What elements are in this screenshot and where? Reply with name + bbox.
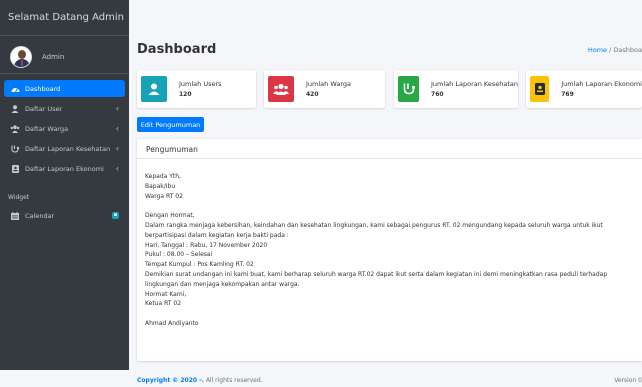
info-box-users: Jumlah Users 120 (137, 70, 256, 108)
id-card-icon (530, 76, 550, 102)
sidebar-item-daftar-warga[interactable]: Daftar Warga ‹ (4, 120, 125, 137)
chevron-left-icon: ‹ (115, 124, 119, 133)
info-box-label: Jumlah Laporan Ekonomi (561, 80, 642, 88)
announcement-line: Hormat Kami, (145, 290, 187, 298)
page-title: Dashboard (137, 42, 217, 57)
users-icon (268, 76, 294, 102)
sidebar-item-laporan-ekonomi[interactable]: Daftar Laporan Ekonomi ‹ (4, 160, 125, 177)
info-box-label: Jumlah Warga (306, 80, 352, 88)
announcement-line: Demikian surat undangan ini kami buat, k… (145, 270, 608, 278)
breadcrumb: Home / Dashboa (588, 46, 642, 54)
info-box-number: 760 (431, 91, 444, 98)
sidebar-item-label: Dashboard (25, 84, 61, 93)
edit-announcement-button[interactable]: Edit Pengumuman (137, 117, 204, 132)
content-header: Dashboard Home / Dashboa (137, 40, 642, 64)
sidebar-item-laporan-kesehatan[interactable]: Daftar Laporan Kesehatan ‹ (4, 140, 125, 157)
brand-title[interactable]: Selamat Datang Admin (0, 0, 129, 36)
users-icon (10, 124, 20, 133)
sidebar-item-dashboard[interactable]: Dashboard (4, 80, 125, 97)
announcement-line: Warga RT 02 (145, 192, 183, 200)
info-box-label: Jumlah Users (179, 80, 222, 88)
announcement-body: Kepada Yth, Bapak/Ibu Warga RT 02 Dengan… (137, 159, 642, 342)
announcement-line: Tempat Kumpul : Pos Kamling RT. 02 (145, 261, 254, 269)
sidebar-nav: Dashboard Daftar User ‹ Daftar Warga ‹ D… (0, 74, 129, 177)
announcement-line: Kepada Yth, (145, 173, 181, 180)
sidebar-item-label: Daftar Laporan Kesehatan (25, 144, 111, 153)
widget-header: Widget (8, 194, 30, 201)
chevron-left-icon: ‹ (115, 104, 119, 113)
footer: Copyright © 2020 -. All rights reserved.… (137, 377, 642, 384)
info-box-ekonomi: Jumlah Laporan Ekonomi 769 (526, 70, 642, 108)
announcement-line: Dengan Hormat, (145, 212, 195, 220)
version-text: Version 0 (614, 377, 642, 384)
rights-text: All rights reserved. (203, 377, 263, 384)
announcement-line: Ahmad Andiyanto (145, 319, 199, 327)
info-box-warga: Jumlah Warga 420 (264, 70, 385, 108)
dashboard-icon (10, 85, 20, 93)
info-box-label: Jumlah Laporan Kesehatan (431, 80, 518, 88)
info-box-number: 769 (561, 91, 574, 98)
info-box-kesehatan: Jumlah Laporan Kesehatan 760 (394, 70, 518, 108)
widget-nav: Calendar ▪ (0, 207, 129, 224)
announcement-line: berpartisipasi dalam kegiatan kerja bakt… (145, 231, 289, 239)
sidebar-item-calendar[interactable]: Calendar ▪ (4, 207, 125, 224)
info-box-number: 420 (306, 91, 319, 98)
announcement-line: Hari, Tanggal : Rabu, 17 November 2020 (145, 241, 268, 249)
announcement-line: Bapak/Ibu (145, 182, 176, 190)
sidebar: Selamat Datang Admin Admin Dashboard Daf… (0, 0, 129, 370)
sidebar-item-label: Calendar (25, 211, 55, 220)
announcement-line: lingkungan dan menjaga kekompakan antar … (145, 280, 300, 288)
card-title: Pengumuman (137, 139, 642, 159)
calendar-icon (10, 211, 20, 220)
id-card-icon (10, 164, 20, 173)
info-box-number: 120 (179, 91, 192, 98)
stethoscope-icon (398, 76, 420, 102)
announcement-card: Pengumuman Kepada Yth, Bapak/Ibu Warga R… (137, 139, 642, 361)
breadcrumb-home[interactable]: Home (588, 46, 607, 54)
announcement-line: Pukul : 08.00 – Selesai (145, 251, 213, 259)
user-icon (10, 104, 20, 113)
avatar[interactable] (10, 45, 32, 68)
sidebar-item-label: Daftar Laporan Ekonomi (25, 164, 104, 173)
user-panel[interactable]: Admin (0, 40, 129, 74)
copyright-text[interactable]: Copyright © 2020 -. (137, 377, 204, 384)
breadcrumb-current: Dashboa (613, 46, 642, 54)
chevron-left-icon: ‹ (115, 164, 119, 173)
sidebar-item-daftar-user[interactable]: Daftar User ‹ (4, 100, 125, 117)
chevron-left-icon: ‹ (115, 144, 119, 153)
user-name[interactable]: Admin (42, 53, 64, 61)
stethoscope-icon (10, 145, 20, 153)
calendar-badge: ▪ (112, 212, 119, 219)
sidebar-item-label: Daftar Warga (25, 124, 69, 133)
sidebar-item-label: Daftar User (25, 104, 63, 113)
announcement-line: Dalam rangka menjaga kebersihan, keindah… (145, 221, 603, 229)
user-icon (141, 76, 167, 102)
announcement-line: Ketua RT 02 (145, 300, 182, 308)
